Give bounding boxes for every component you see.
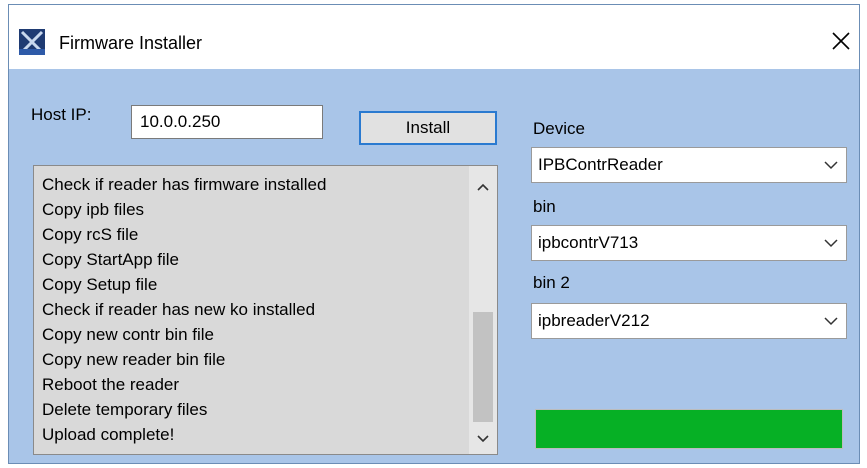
scroll-thumb[interactable]	[473, 312, 493, 422]
device-select[interactable]: IPBContrReader	[531, 147, 847, 183]
chevron-down-icon[interactable]	[469, 426, 497, 452]
firmware-installer-window: Firmware Installer Host IP: 10.0.0.250 I…	[8, 4, 860, 464]
log-line: Copy new contr bin file	[42, 325, 214, 344]
device-select-value: IPBContrReader	[538, 155, 663, 174]
progress-bar	[535, 409, 843, 449]
log-line: Upload complete!	[42, 425, 175, 444]
client-area: Host IP: 10.0.0.250 Install Check if rea…	[9, 69, 859, 463]
bin-select-value: ipbcontrV713	[538, 233, 639, 252]
log-line: Copy new reader bin file	[42, 350, 226, 369]
progress-fill	[536, 410, 842, 448]
bin-select[interactable]: ipbcontrV713	[531, 225, 847, 261]
chevron-down-icon	[824, 317, 838, 326]
install-button[interactable]: Install	[359, 111, 497, 145]
log-line: Reboot the reader	[42, 375, 180, 394]
chevron-down-icon	[824, 239, 838, 248]
log-scrollbar[interactable]	[469, 166, 497, 454]
log-line: Copy StartApp file	[42, 250, 180, 269]
log-line: Check if reader has firmware installed	[42, 175, 327, 194]
log-line: Check if reader has new ko installed	[42, 300, 316, 319]
log-line: Copy Setup file	[42, 275, 158, 294]
chevron-up-icon[interactable]	[469, 174, 497, 200]
device-label: Device	[533, 119, 585, 138]
log-line: Copy ipb files	[42, 200, 145, 219]
app-logo-icon	[19, 29, 45, 55]
host-ip-input[interactable]: 10.0.0.250	[131, 105, 323, 139]
log-line: Copy rcS file	[42, 225, 139, 244]
title-bar: Firmware Installer	[9, 5, 859, 69]
host-ip-label: Host IP:	[31, 105, 92, 124]
log-list: Check if reader has firmware installed C…	[42, 172, 326, 447]
log-line: Delete temporary files	[42, 400, 208, 419]
window-title: Firmware Installer	[59, 33, 203, 53]
chevron-down-icon	[824, 161, 838, 170]
log-listbox[interactable]: Check if reader has firmware installed C…	[33, 165, 498, 455]
bin2-select-value: ipbreaderV212	[538, 311, 650, 330]
bin2-label: bin 2	[533, 273, 570, 292]
bin2-select[interactable]: ipbreaderV212	[531, 303, 847, 339]
bin-label: bin	[533, 197, 556, 216]
close-icon[interactable]	[827, 27, 855, 55]
